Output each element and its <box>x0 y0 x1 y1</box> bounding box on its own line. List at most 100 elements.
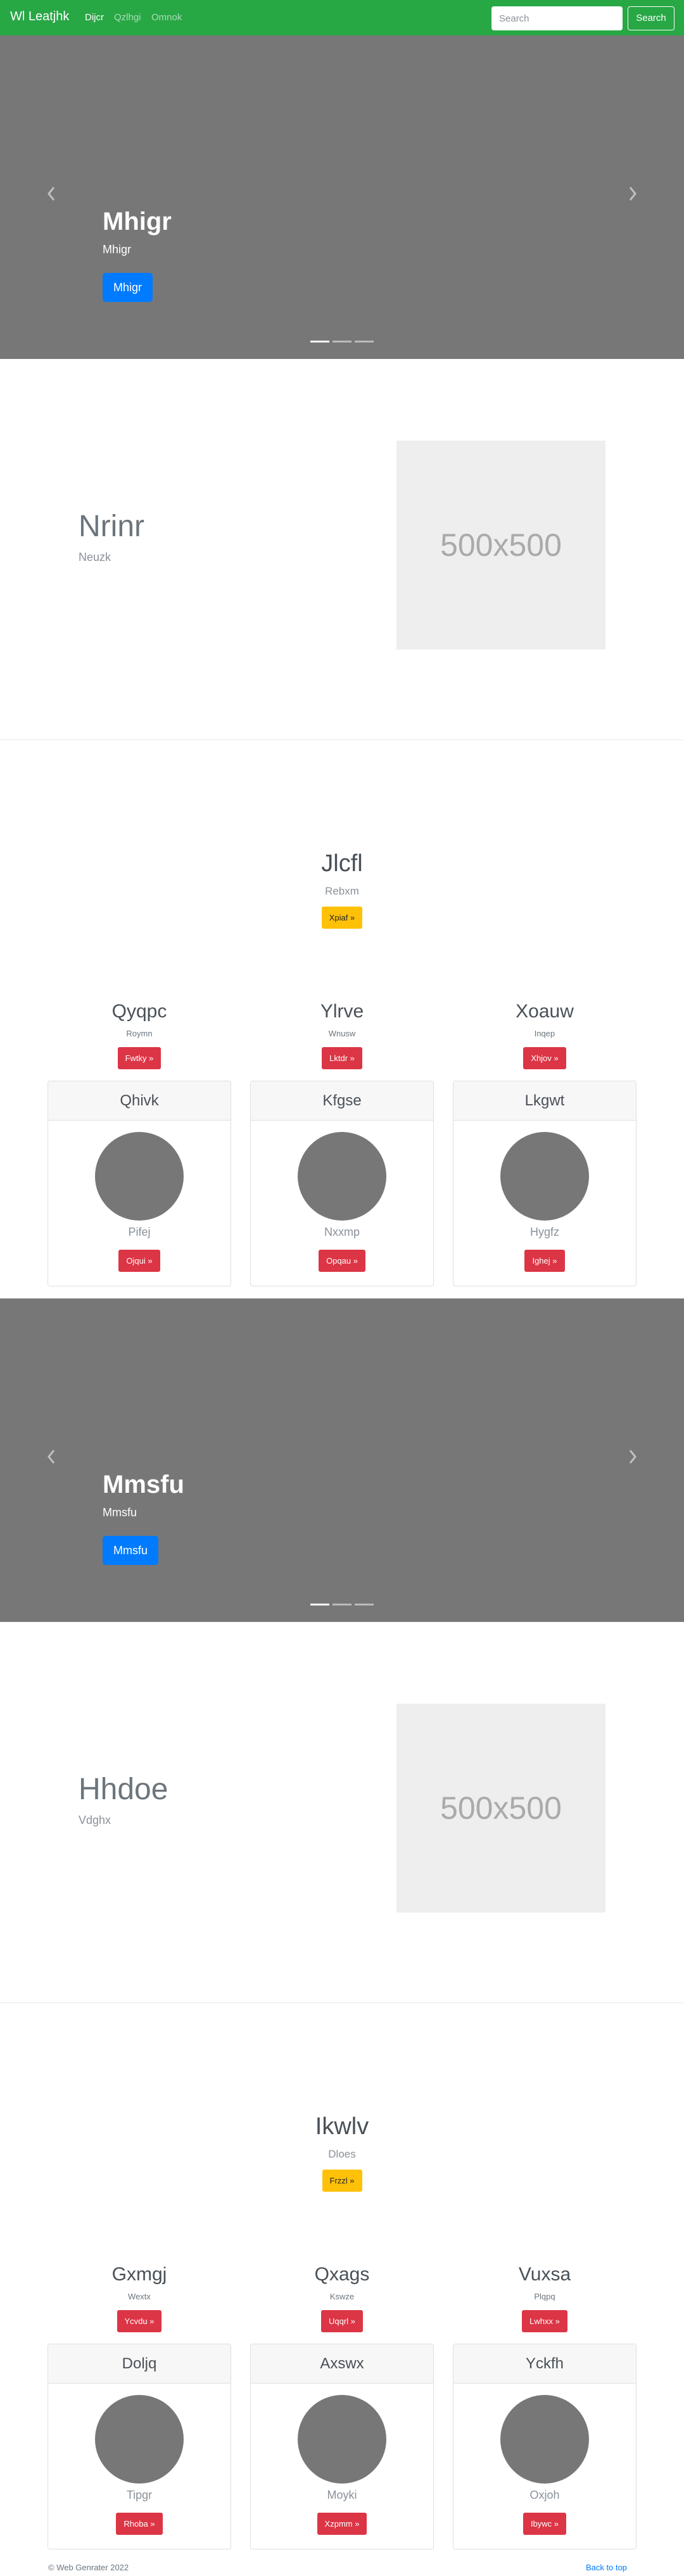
card-button[interactable]: Xzpmm » <box>317 2513 367 2535</box>
carousel-2: Mmsfu Mmsfu Mmsfu <box>0 1298 684 1622</box>
chevron-left-icon <box>48 187 55 201</box>
column-subtitle: Wnusw <box>328 1029 356 1038</box>
placeholder-image-label: 500x500 <box>440 1790 562 1826</box>
nav-link-3[interactable]: Omnok <box>151 12 182 23</box>
placeholder-image-label: 500x500 <box>440 527 562 563</box>
card-text: Oxjoh <box>529 2489 560 2501</box>
card-text: Pifej <box>128 1226 151 1238</box>
column-item: Vuxsa Plqpq Lwhxx » <box>453 2264 636 2332</box>
card: Lkgwt Hygfz Ighej » <box>453 1081 636 1286</box>
back-to-top-link[interactable]: Back to top <box>586 2563 627 2572</box>
carousel-indicator-1[interactable] <box>310 341 329 342</box>
carousel-next-button[interactable] <box>623 1444 642 1469</box>
column-subtitle: Kswze <box>329 2292 355 2301</box>
column-button[interactable]: Ycvdu » <box>117 2310 162 2332</box>
section-title: Ikwlv <box>315 2113 369 2140</box>
card-header: Yckfh <box>453 2344 636 2384</box>
carousel-caption-button[interactable]: Mhigr <box>103 273 153 302</box>
footer-copyright: © Web Genrater 2022 <box>48 2563 129 2572</box>
column-title: Gxmgj <box>111 2264 167 2285</box>
column-button[interactable]: Uqqrl » <box>321 2310 363 2332</box>
carousel-caption-subtitle: Mhigr <box>103 243 132 256</box>
carousel-indicator-3[interactable] <box>355 341 374 342</box>
column-title: Qxags <box>314 2264 370 2285</box>
card-avatar-image <box>95 1132 184 1221</box>
search-input[interactable] <box>491 6 623 30</box>
section-button[interactable]: Xpiaf » <box>321 907 363 929</box>
column-button[interactable]: Lwhxx » <box>522 2310 567 2332</box>
placeholder-image: 500x500 <box>396 441 605 650</box>
card: Qhivk Pifej Ojqui » <box>48 1081 231 1286</box>
carousel-1: Mhigr Mhigr Mhigr <box>0 35 684 359</box>
column-button[interactable]: Lktdr » <box>322 1047 362 1069</box>
column-item: Gxmgj Wextx Ycvdu » <box>48 2264 231 2332</box>
carousel-indicator-1[interactable] <box>310 1604 329 1605</box>
carousel-caption-title: Mmsfu <box>103 1471 184 1498</box>
section-subtitle: Rebxm <box>325 885 359 897</box>
column-subtitle: Roymn <box>126 1029 153 1038</box>
feature-section-1: Nrinr Neuzk 500x500 <box>0 359 684 739</box>
card-button[interactable]: Ibywc » <box>522 2513 567 2535</box>
card-avatar-image <box>95 2395 184 2484</box>
column-subtitle: Wextx <box>128 2292 151 2301</box>
carousel-next-button[interactable] <box>623 181 642 206</box>
card-header: Lkgwt <box>453 1081 636 1121</box>
section-heading-block: Ikwlv Dloes Frzzl » <box>0 2113 684 2192</box>
card-header: Axswx <box>251 2344 433 2384</box>
column-title: Qyqpc <box>111 1001 167 1022</box>
feature-heading: Nrinr <box>79 510 144 543</box>
carousel-indicators <box>310 341 374 343</box>
column-button[interactable]: Fwtky » <box>117 1047 162 1069</box>
column-subtitle: Plqpq <box>534 2292 555 2301</box>
card: Axswx Moyki Xzpmm » <box>250 2344 434 2549</box>
card-avatar-image <box>298 1132 386 1221</box>
carousel-indicator-3[interactable] <box>355 1604 374 1605</box>
column-button[interactable]: Xhjov » <box>523 1047 566 1069</box>
column-title: Xoauw <box>516 1001 574 1022</box>
column-title: Ylrve <box>320 1001 364 1022</box>
carousel-prev-button[interactable] <box>42 181 61 206</box>
feature-heading: Hhdoe <box>79 1773 168 1806</box>
nav-link-2[interactable]: Qzlhgi <box>114 12 141 23</box>
carousel-indicators <box>310 1604 374 1606</box>
divider <box>0 739 684 740</box>
divider <box>0 2002 684 2003</box>
card-text: Nxxmp <box>324 1226 360 1238</box>
card-text: Moyki <box>327 2489 357 2501</box>
section-title: Jlcfl <box>321 850 363 877</box>
card-header: Doljq <box>48 2344 231 2384</box>
column-item: Xoauw Inqep Xhjov » <box>453 1001 636 1069</box>
search-button[interactable]: Search <box>628 6 674 30</box>
card-header: Kfgse <box>251 1081 433 1121</box>
column-subtitle: Inqep <box>534 1029 555 1038</box>
card-text: Hygfz <box>529 1226 559 1238</box>
carousel-prev-button[interactable] <box>42 1444 61 1469</box>
card: Doljq Tipgr Rhoba » <box>48 2344 231 2549</box>
card: Yckfh Oxjoh Ibywc » <box>453 2344 636 2549</box>
section-heading-block: Jlcfl Rebxm Xpiaf » <box>0 850 684 929</box>
chevron-left-icon <box>48 1450 55 1464</box>
nav-link-1[interactable]: Dijcr <box>85 12 104 23</box>
card-button[interactable]: Ighej » <box>524 1250 565 1272</box>
card: Kfgse Nxxmp Opqau » <box>250 1081 434 1286</box>
carousel-caption-button[interactable]: Mmsfu <box>103 1536 158 1565</box>
feature-section-2: Hhdoe Vdghx 500x500 <box>0 1622 684 2002</box>
card-header: Qhivk <box>48 1081 231 1121</box>
card-text: Tipgr <box>126 2489 153 2501</box>
column-item: Qyqpc Roymn Fwtky » <box>48 1001 231 1069</box>
feature-subtitle: Vdghx <box>79 1814 111 1826</box>
chevron-right-icon <box>629 187 636 201</box>
section-button[interactable]: Frzzl » <box>322 2170 362 2192</box>
feature-subtitle: Neuzk <box>79 551 111 563</box>
column-item: Qxags Kswze Uqqrl » <box>250 2264 434 2332</box>
navbar-brand[interactable]: Wl Leatjhk <box>10 9 69 24</box>
chevron-right-icon <box>629 1450 636 1464</box>
navbar: Wl Leatjhk Dijcr Qzlhgi Omnok Search <box>0 0 684 35</box>
card-button[interactable]: Opqau » <box>319 1250 365 1272</box>
carousel-indicator-2[interactable] <box>332 341 352 342</box>
carousel-indicator-2[interactable] <box>332 1604 352 1605</box>
card-avatar-image <box>298 2395 386 2484</box>
card-button[interactable]: Rhoba » <box>116 2513 163 2535</box>
column-title: Vuxsa <box>518 2264 571 2285</box>
card-button[interactable]: Ojqui » <box>118 1250 160 1272</box>
